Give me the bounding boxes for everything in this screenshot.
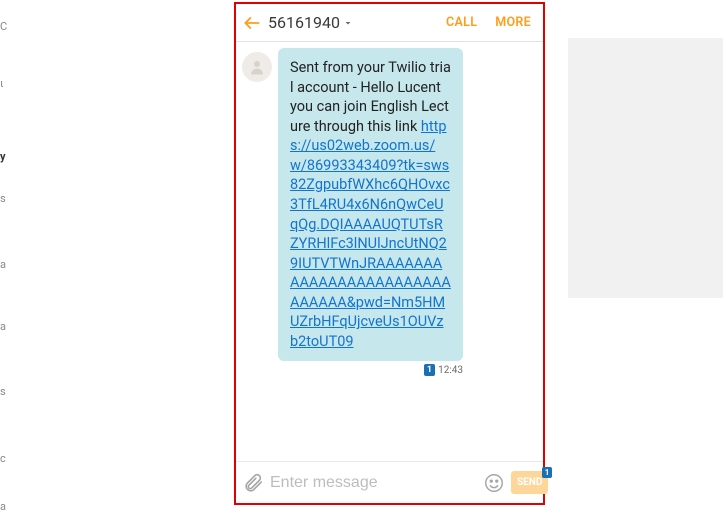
side-panel: [568, 38, 723, 298]
bg-fragment: y: [0, 150, 6, 163]
bubble-wrap: Sent from your Twilio trial account - He…: [278, 48, 463, 376]
phone-frame: 56161940 CALL MORE Sent from your Twilio…: [234, 2, 545, 505]
conversation-title[interactable]: 56161940: [268, 13, 354, 32]
bg-fragment: C: [0, 20, 7, 33]
composer: SEND 1: [236, 461, 543, 503]
bg-fragment: c: [0, 452, 6, 465]
message-row: Sent from your Twilio trial account - He…: [242, 48, 533, 376]
attach-icon[interactable]: [242, 472, 264, 494]
bg-fragment: s: [0, 192, 6, 205]
person-icon: [248, 58, 266, 76]
sim-send-badge: 1: [542, 467, 553, 478]
bg-fragment: a: [0, 320, 6, 333]
sim-badge: 1: [424, 364, 435, 376]
bg-fragment: ι: [0, 77, 4, 90]
messages-list[interactable]: Sent from your Twilio trial account - He…: [236, 42, 543, 461]
more-button[interactable]: MORE: [489, 11, 537, 34]
message-input[interactable]: [270, 474, 477, 492]
emoji-icon[interactable]: [483, 472, 505, 494]
message-link[interactable]: https://us02web.zoom.us/w/86993343409?tk…: [290, 118, 451, 350]
phone-number: 56161940: [268, 13, 340, 32]
bg-fragment: a: [0, 258, 6, 271]
message-meta: 1 12:43: [424, 364, 463, 376]
call-button[interactable]: CALL: [440, 11, 483, 34]
send-label: SEND: [517, 477, 542, 488]
message-bubble[interactable]: Sent from your Twilio trial account - He…: [278, 48, 463, 361]
bg-fragment: a: [0, 500, 6, 513]
message-time: 12:43: [438, 365, 463, 376]
avatar[interactable]: [242, 52, 272, 82]
dropdown-icon: [342, 17, 354, 29]
bg-fragment: s: [0, 385, 6, 398]
conversation-header: 56161940 CALL MORE: [236, 4, 543, 42]
send-button[interactable]: SEND 1: [511, 471, 548, 494]
back-arrow-icon[interactable]: [242, 13, 262, 33]
